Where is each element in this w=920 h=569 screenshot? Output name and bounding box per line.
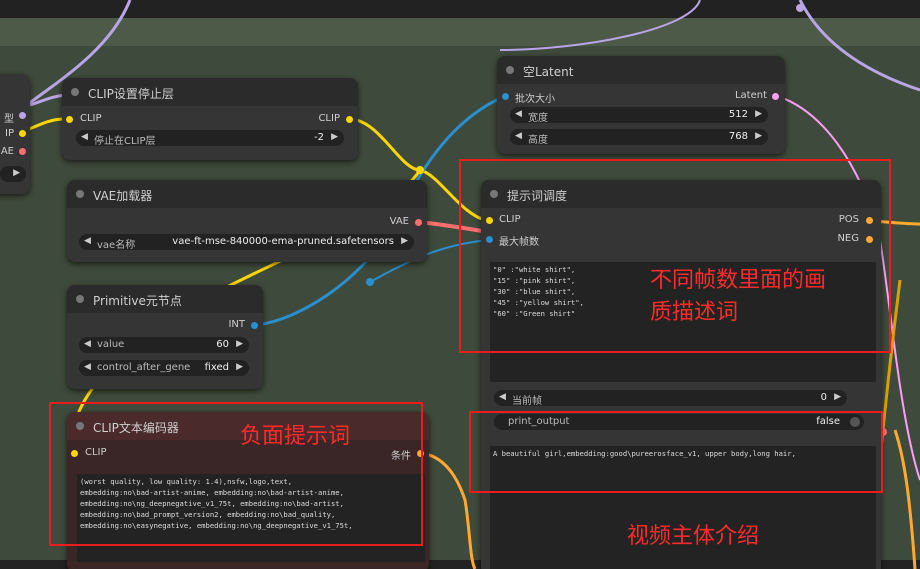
- current-frame-widget[interactable]: ◀ 当前帧 0 ▶: [494, 390, 847, 407]
- node-title: VAE加载器: [93, 189, 153, 203]
- clip-set-last-layer-node[interactable]: CLIP设置停止层 CLIP CLIP ◀ 停止在CLIP层 -2 ▶: [62, 78, 358, 160]
- widget-value: 0: [820, 392, 827, 403]
- widget-label: 停止在CLIP层: [94, 136, 156, 147]
- widget-label: 当前帧: [512, 396, 542, 407]
- node-title: CLIP设置停止层: [88, 87, 174, 101]
- stop-at-clip-layer-widget[interactable]: ◀ 停止在CLIP层 -2 ▶: [76, 130, 344, 147]
- annotation-box-negative: [49, 402, 423, 546]
- port-vae-dot[interactable]: [19, 148, 26, 155]
- node-title-bar[interactable]: VAE加载器: [67, 180, 427, 208]
- node-status-dot: [76, 295, 84, 303]
- node-title-bar[interactable]: CLIP设置停止层: [62, 78, 358, 106]
- widget-label: 高度: [528, 135, 548, 146]
- empty-latent-node[interactable]: 空Latent 批次大小 Latent ◀ 宽度 512 ▶ ◀ 高度 768 …: [497, 56, 785, 154]
- control-after-generate-widget[interactable]: ◀ control_after_gene fixed ▶: [79, 360, 249, 376]
- value-widget[interactable]: ◀ value 60 ▶: [79, 337, 249, 353]
- arrow-left-icon[interactable]: ◀: [84, 236, 91, 246]
- output-latent-dot[interactable]: [772, 93, 779, 100]
- output-latent-label: Latent: [734, 90, 767, 101]
- width-widget[interactable]: ◀ 宽度 512 ▶: [510, 107, 768, 124]
- widget-value: -2: [314, 132, 324, 143]
- widget-label: control_after_gene: [97, 362, 191, 373]
- vae-name-widget[interactable]: ◀ vae名称 vae-ft-mse-840000-ema-pruned.saf…: [79, 234, 414, 251]
- arrow-right-icon[interactable]: ▶: [331, 132, 338, 142]
- node-title-bar[interactable]: Primitive元节点: [67, 285, 263, 313]
- arrow-left-icon[interactable]: ◀: [515, 131, 522, 141]
- node-status-dot: [76, 190, 84, 198]
- output-int-dot[interactable]: [251, 322, 258, 329]
- partial-loader-node[interactable]: 型 IP AE ▶: [0, 74, 30, 194]
- arrow-right-icon[interactable]: ▶: [755, 109, 762, 119]
- annotation-negative-prompt: 负面提示词: [240, 424, 351, 449]
- arrow-left-icon[interactable]: ◀: [515, 109, 522, 119]
- widget-value: 512: [728, 109, 748, 120]
- vae-loader-node[interactable]: VAE加载器 VAE ◀ vae名称 vae-ft-mse-840000-ema…: [67, 180, 427, 262]
- widget-value: vae-ft-mse-840000-ema-pruned.safetensors: [172, 236, 394, 247]
- annotation-box-subject: [469, 411, 883, 493]
- output-vae-dot[interactable]: [415, 219, 422, 226]
- output-int-label: INT: [228, 319, 245, 330]
- node-status-dot: [506, 66, 514, 74]
- widget-label: 宽度: [528, 113, 548, 124]
- arrow-left-icon[interactable]: ◀: [84, 362, 91, 372]
- arrow-left-icon[interactable]: ◀: [81, 132, 88, 142]
- widget-value: 60: [216, 339, 229, 350]
- arrow-right-icon[interactable]: ▶: [13, 168, 20, 178]
- port-label-vae: AE: [0, 146, 14, 157]
- annotation-subject: 视频主体介绍: [627, 524, 760, 549]
- widget-value: fixed: [204, 362, 229, 373]
- output-clip-label: CLIP: [318, 113, 340, 124]
- primitive-node[interactable]: Primitive元节点 INT ◀ value 60 ▶ ◀ control_…: [67, 285, 263, 389]
- widget-value: 768: [728, 131, 748, 142]
- input-batch-size-dot[interactable]: [502, 93, 509, 100]
- port-label-clip: IP: [5, 128, 14, 139]
- input-clip-label: CLIP: [80, 113, 102, 124]
- output-clip-dot[interactable]: [346, 116, 353, 123]
- port-clip-dot[interactable]: [19, 130, 26, 137]
- arrow-left-icon[interactable]: ◀: [84, 339, 91, 349]
- node-title-bar[interactable]: 空Latent: [497, 56, 785, 84]
- partial-widget[interactable]: ▶: [0, 166, 26, 182]
- node-title: Primitive元节点: [93, 294, 182, 308]
- widget-label: value: [97, 339, 125, 350]
- arrow-right-icon[interactable]: ▶: [236, 339, 243, 349]
- arrow-right-icon[interactable]: ▶: [236, 362, 243, 372]
- node-status-dot: [71, 88, 79, 96]
- node-title: 空Latent: [523, 65, 574, 79]
- arrow-right-icon[interactable]: ▶: [834, 392, 841, 402]
- arrow-right-icon[interactable]: ▶: [755, 131, 762, 141]
- port-model-dot[interactable]: [19, 112, 26, 119]
- input-batch-size-label: 批次大小: [515, 94, 555, 105]
- height-widget[interactable]: ◀ 高度 768 ▶: [510, 129, 768, 146]
- node-graph-canvas[interactable]: 型 IP AE ▶ CLIP设置停止层 CLIP CLIP ◀ 停止在CLIP层…: [0, 0, 920, 569]
- port-label-model: 型: [4, 114, 14, 125]
- widget-label: vae名称: [97, 240, 136, 251]
- arrow-left-icon[interactable]: ◀: [499, 392, 506, 402]
- output-vae-label: VAE: [389, 216, 409, 227]
- annotation-frames-quality: 不同帧数里面的画 质描述词: [650, 268, 827, 325]
- input-clip-dot[interactable]: [66, 116, 73, 123]
- arrow-right-icon[interactable]: ▶: [401, 236, 408, 246]
